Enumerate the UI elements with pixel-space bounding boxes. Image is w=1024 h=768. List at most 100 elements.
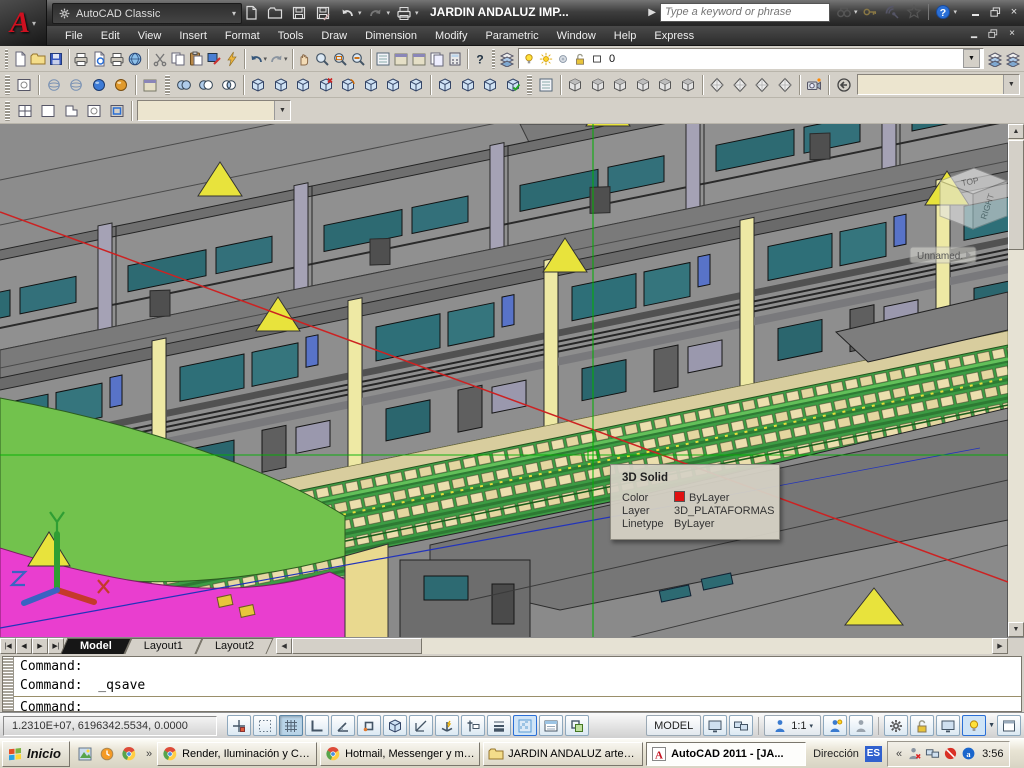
layer-vpfreeze-icon[interactable] <box>556 52 570 66</box>
plot-preview-button[interactable] <box>90 47 108 70</box>
tray-updater-icon[interactable]: a <box>961 746 976 761</box>
vertical-scrollbar[interactable]: ▲ ▼ <box>1008 124 1024 637</box>
snap-mode-toggle[interactable] <box>253 715 277 736</box>
address-toolbar[interactable]: Dirección ES <box>813 746 882 762</box>
tab-layout1[interactable]: Layout1 <box>128 638 199 654</box>
favorites-icon[interactable] <box>904 2 924 22</box>
command-separator[interactable] <box>14 696 1021 697</box>
selection-cycling-toggle[interactable] <box>565 715 589 736</box>
layer-control-dropdown[interactable]: 0▼ <box>518 48 984 69</box>
infocenter-expand-arrow[interactable]: ▶ <box>648 7 656 18</box>
view-sw-iso-button[interactable] <box>706 73 728 96</box>
tab-layout2[interactable]: Layout2 <box>199 638 270 654</box>
menu-tools[interactable]: Tools <box>269 28 313 44</box>
isolate-objects-button[interactable] <box>962 715 986 736</box>
quicklaunch-show-desktop-icon[interactable] <box>75 744 95 764</box>
block-editor-button[interactable] <box>223 47 241 70</box>
annotation-visibility-button[interactable] <box>823 715 847 736</box>
vs-conceptual-button[interactable] <box>110 73 132 96</box>
polygonal-viewport-button[interactable] <box>59 99 82 122</box>
drawing-area[interactable]: TOP RIGHT Unnamed. 3D Solid ColorByLayer… <box>0 124 1024 637</box>
horizontal-scroll-thumb[interactable] <box>292 638 422 654</box>
layer-properties-manager-button[interactable] <box>498 47 516 70</box>
scroll-right-button[interactable]: ▶ <box>992 638 1008 654</box>
chevron-down-icon[interactable]: ▼ <box>963 49 980 68</box>
view-right-button[interactable] <box>632 73 654 96</box>
convert-object-to-viewport-button[interactable] <box>82 99 105 122</box>
union-button[interactable] <box>173 73 195 96</box>
doc-close-button[interactable]: × <box>1004 28 1020 40</box>
redo-button[interactable] <box>365 2 387 23</box>
publish-button[interactable] <box>108 47 126 70</box>
quicklaunch-media-app-icon[interactable] <box>97 744 117 764</box>
copy-button[interactable] <box>169 47 187 70</box>
toolbar-lock-button[interactable] <box>910 715 934 736</box>
start-button[interactable]: Inicio <box>2 741 70 767</box>
scroll-down-button[interactable]: ▼ <box>1008 622 1024 637</box>
dynamic-input-toggle[interactable] <box>461 715 485 736</box>
chevron-down-icon[interactable]: ▾ <box>358 9 362 17</box>
menu-view[interactable]: View <box>129 28 171 44</box>
task-button[interactable]: Hotmail, Messenger y más... <box>320 742 480 766</box>
3d-object-snap-toggle[interactable] <box>383 715 407 736</box>
restore-button[interactable] <box>987 5 1003 19</box>
imprint-button[interactable] <box>434 73 456 96</box>
tray-security-icon[interactable] <box>943 746 958 761</box>
chevron-down-icon[interactable]: ▾ <box>854 8 858 16</box>
hardware-acceleration-button[interactable] <box>936 715 960 736</box>
viewports-dialog-button[interactable] <box>13 99 36 122</box>
tray-chevron-icon[interactable]: « <box>894 748 904 760</box>
zoom-window-button[interactable] <box>331 47 349 70</box>
menu-file[interactable]: File <box>56 28 92 44</box>
undo-button[interactable] <box>336 2 358 23</box>
view-front-button[interactable] <box>654 73 676 96</box>
layer-thaw-icon[interactable] <box>539 52 553 66</box>
annotation-scale-button[interactable]: 1:1▾ <box>764 715 821 736</box>
zoom-previous-button[interactable] <box>349 47 367 70</box>
menu-parametric[interactable]: Parametric <box>476 28 547 44</box>
toolbar-grip[interactable] <box>5 49 8 69</box>
object-snap-tracking-toggle[interactable] <box>409 715 433 736</box>
quick-view-drawings-button[interactable] <box>729 715 753 736</box>
next-tab-button[interactable]: ▶ <box>32 638 48 654</box>
command-window-grip[interactable] <box>3 657 14 711</box>
menu-edit[interactable]: Edit <box>92 28 129 44</box>
manage-visual-styles-button[interactable] <box>139 73 161 96</box>
properties-button[interactable] <box>374 47 392 70</box>
create-camera-button[interactable] <box>803 73 825 96</box>
tool-palettes-button[interactable] <box>410 47 428 70</box>
intersect-button[interactable] <box>218 73 240 96</box>
menu-dimension[interactable]: Dimension <box>356 28 426 44</box>
designcenter-button[interactable] <box>392 47 410 70</box>
clip-existing-viewport-button[interactable] <box>105 99 128 122</box>
doc-minimize-button[interactable] <box>966 28 982 40</box>
grid-display-toggle[interactable] <box>279 715 303 736</box>
task-button[interactable]: Render, Iluminación y Cá... <box>157 742 317 766</box>
3d-align-button[interactable] <box>382 73 404 96</box>
chevron-down-icon[interactable]: ▾ <box>387 9 391 17</box>
object-snap-toggle[interactable] <box>357 715 381 736</box>
toolbar-grip[interactable] <box>5 75 10 95</box>
layer-on-icon[interactable] <box>522 52 536 66</box>
layer-unlock-icon[interactable] <box>573 52 587 66</box>
plot-button[interactable] <box>72 47 90 70</box>
application-menu-button[interactable]: A▾ <box>0 0 47 46</box>
3d-model-scene[interactable]: TOP RIGHT Unnamed. <box>0 124 1008 637</box>
task-button[interactable]: JARDIN ANDALUZ artem... <box>483 742 643 766</box>
auto-annotation-scale-button[interactable] <box>849 715 873 736</box>
close-button[interactable]: × <box>1006 5 1022 19</box>
match-properties-button[interactable] <box>205 47 223 70</box>
infer-constraints-toggle[interactable] <box>227 715 251 736</box>
transparency-toggle[interactable] <box>513 715 537 736</box>
horizontal-scrollbar[interactable]: ◀ ▶ <box>276 638 1008 654</box>
toolbar-grip[interactable] <box>492 49 495 69</box>
chevron-down-icon[interactable]: ▾ <box>953 8 957 16</box>
new-button[interactable] <box>11 47 29 70</box>
3d-erase-button[interactable] <box>314 73 336 96</box>
separate-button[interactable] <box>456 73 478 96</box>
communication-center-icon[interactable] <box>882 2 902 22</box>
model-space-button[interactable]: MODEL <box>646 715 701 736</box>
view-top-button[interactable] <box>564 73 586 96</box>
layer-color-swatch[interactable] <box>590 52 604 66</box>
zoom-realtime-button[interactable] <box>313 47 331 70</box>
